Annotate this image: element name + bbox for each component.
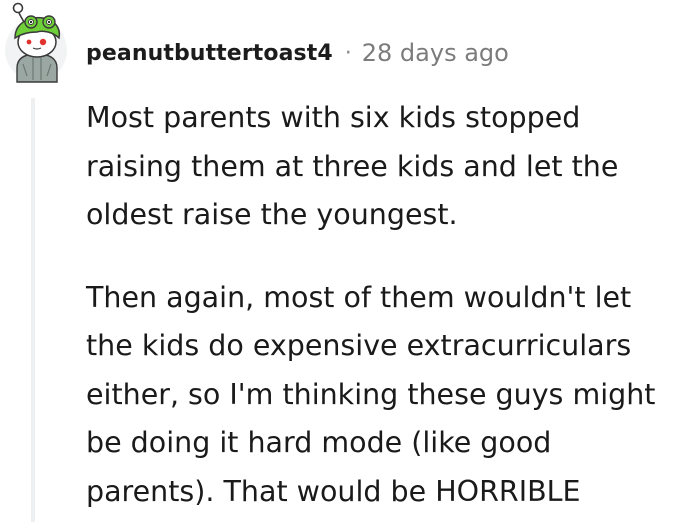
user-avatar[interactable] — [3, 2, 69, 86]
comment: peanutbuttertoast4 · 28 days ago Most pa… — [0, 0, 700, 522]
text-line: be doing it hard mode (like good — [86, 426, 552, 459]
text-line: oldest raise the youngest. — [86, 198, 458, 231]
text-line: raising them at three kids and let the — [86, 149, 619, 183]
meta-separator: · — [344, 40, 352, 66]
comment-paragraph-2: Then again, most of them wouldn't let th… — [86, 274, 696, 517]
text-line: either, so I'm thinking these guys might — [86, 377, 656, 411]
author-username-link[interactable]: peanutbuttertoast4 — [86, 41, 333, 66]
text-line: Most parents with six kids stopped — [86, 101, 581, 134]
comment-meta: peanutbuttertoast4 · 28 days ago — [86, 35, 509, 71]
snoo-frog-hat-avatar-icon — [5, 2, 67, 83]
comment-paragraph-1: Most parents with six kids stopped raisi… — [86, 94, 696, 240]
text-line: parents). That would be HORRIBLE — [86, 474, 581, 508]
comment-timestamp[interactable]: 28 days ago — [362, 39, 509, 67]
text-line: the kids do expensive extracurriculars — [86, 329, 632, 362]
comment-body: Most parents with six kids stopped raisi… — [86, 94, 696, 516]
thread-collapse-line[interactable] — [31, 98, 35, 522]
text-line: Then again, most of them wouldn't let — [86, 280, 632, 314]
